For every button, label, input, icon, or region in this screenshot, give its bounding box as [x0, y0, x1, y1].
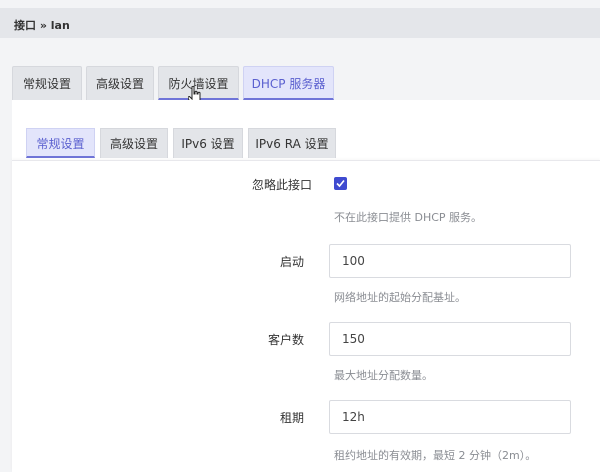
- general-settings-form: 忽略此接口 不在此接口提供 DHCP 服务。 启动 网络地址的起始分配基址。 客…: [12, 160, 600, 472]
- lease-hint: 租约地址的有效期，最短 2 分钟（2m）。: [334, 449, 537, 462]
- tab-dhcp-server[interactable]: DHCP 服务器: [243, 66, 334, 100]
- subtab-ipv6-settings[interactable]: IPv6 设置: [173, 128, 243, 158]
- breadcrumb: 接口 » lan: [0, 8, 600, 38]
- ignore-interface-hint: 不在此接口提供 DHCP 服务。: [334, 211, 483, 224]
- lease-input[interactable]: [329, 400, 571, 434]
- checkmark-icon: [336, 179, 345, 188]
- ignore-interface-label: 忽略此接口: [251, 178, 312, 192]
- limit-hint: 最大地址分配数量。: [334, 369, 433, 382]
- tab-advanced-settings[interactable]: 高级设置: [86, 66, 154, 100]
- limit-label: 客户数: [267, 333, 304, 347]
- primary-tab-bar: 常规设置 高级设置 防火墙设置 DHCP 服务器: [0, 66, 600, 102]
- dhcp-server-panel: 常规设置 高级设置 IPv6 设置 IPv6 RA 设置 忽略此接口 不在此接口…: [12, 100, 600, 472]
- subtab-advanced-settings[interactable]: 高级设置: [100, 128, 168, 158]
- tab-general-settings[interactable]: 常规设置: [12, 66, 82, 100]
- start-hint: 网络地址的起始分配基址。: [334, 291, 466, 304]
- lease-label: 租期: [279, 411, 304, 425]
- start-input[interactable]: [329, 244, 571, 278]
- limit-input[interactable]: [329, 322, 571, 356]
- ignore-interface-checkbox[interactable]: [334, 177, 347, 190]
- start-label: 启动: [279, 255, 304, 269]
- subtab-general-settings[interactable]: 常规设置: [26, 128, 95, 158]
- subtab-ipv6-ra-settings[interactable]: IPv6 RA 设置: [248, 128, 336, 158]
